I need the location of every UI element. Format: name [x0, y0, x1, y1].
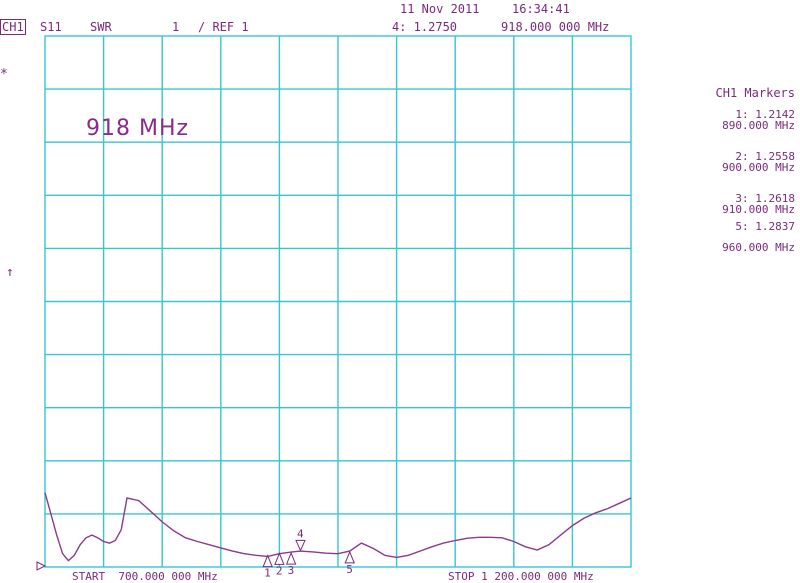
reference-triangle [36, 561, 47, 571]
frequency-annotation: 918 MHz [86, 116, 190, 141]
marker-entry-1-freq: 890.000 MHz [722, 119, 795, 132]
markers-panel-title: CH1 Markers [715, 86, 795, 100]
marker-4-label: 4 [297, 527, 304, 540]
marker-entry-5-freq: 960.000 MHz [722, 241, 795, 254]
marker-3-triangle [285, 551, 297, 565]
marker-5-triangle [344, 550, 355, 564]
marker-1-triangle [262, 554, 273, 568]
markers-panel: CH1 Markers 1: 1.2142 890.000 MHz 2: 1.2… [650, 86, 795, 254]
marker-entry-2-freq: 900.000 MHz [722, 161, 795, 174]
start-frequency: START 700.000 000 MHz [72, 570, 218, 583]
marker-3-label: 3 [288, 564, 295, 577]
stop-frequency: STOP 1 200.000 000 MHz [448, 570, 594, 583]
marker-2-label: 2 [276, 564, 283, 577]
marker-4-triangle [295, 539, 306, 552]
marker-1-label: 1 [264, 567, 271, 580]
marker-entry-3-freq: 910.000 MHz [722, 203, 795, 216]
marker-entry-5-value: 5: 1.2837 [735, 220, 795, 233]
marker-5-label: 5 [346, 563, 353, 576]
